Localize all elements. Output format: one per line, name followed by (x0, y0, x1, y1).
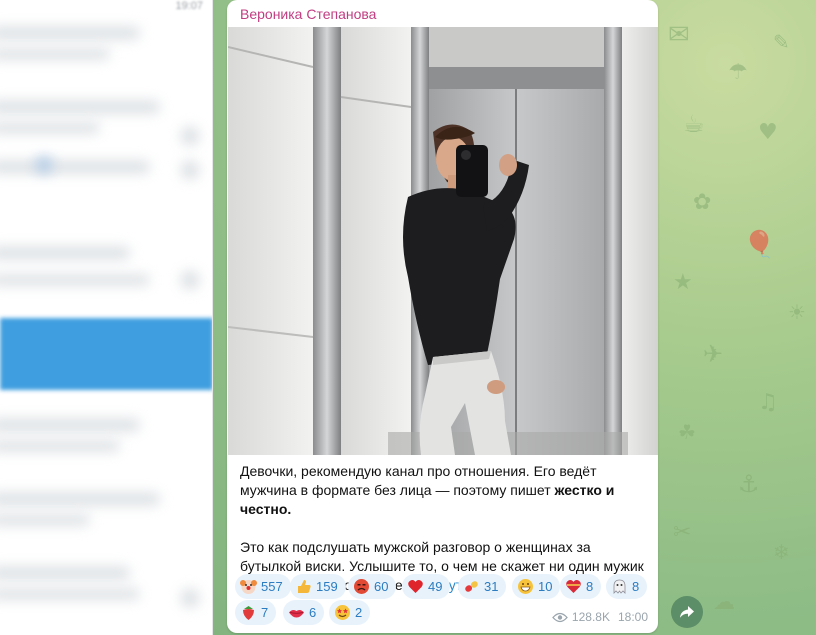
thumbs-up-icon (298, 580, 311, 593)
kiss-lips-icon (289, 610, 304, 618)
reaction-chip[interactable]: 8 (560, 574, 602, 599)
caption-paragraph-1: Девочки, рекомендую канал про отношения.… (240, 462, 650, 519)
pill-icon (465, 581, 478, 592)
reaction-count: 557 (261, 579, 283, 594)
reaction-count: 8 (632, 579, 640, 594)
chat-list-item[interactable] (0, 474, 213, 546)
heart-with-ribbon-icon (566, 580, 581, 593)
reaction-chip[interactable]: 60 (348, 574, 397, 599)
reaction-chip[interactable]: 31 (458, 574, 507, 599)
chat-list-item[interactable] (0, 548, 213, 620)
message-photo[interactable] (228, 27, 658, 455)
reaction-count: 6 (309, 605, 317, 620)
elevator-selfie-image (228, 27, 658, 455)
star-struck-icon (335, 605, 350, 620)
strawberry-icon (243, 606, 254, 620)
reaction-count: 159 (316, 579, 338, 594)
share-arrow-icon (680, 606, 694, 618)
chat-list-item[interactable] (0, 400, 213, 472)
chat-list-item[interactable] (0, 82, 213, 154)
ghost-icon (613, 579, 626, 594)
reaction-chip[interactable]: 2 (329, 600, 371, 625)
share-button[interactable] (671, 596, 703, 628)
grinning-face-icon (518, 579, 533, 594)
reaction-count: 2 (355, 605, 363, 620)
caption-text-1: Девочки, рекомендую канал про отношения.… (240, 463, 597, 498)
message-bubble: Вероника Степанова Девочки, рекомендую к… (227, 0, 658, 633)
chat-list-item-active[interactable] (0, 318, 213, 390)
reaction-count: 60 (374, 579, 389, 594)
clown-face-icon (240, 580, 257, 594)
reaction-chip[interactable]: 10 (512, 574, 561, 599)
chat-list-item[interactable] (0, 230, 213, 302)
angry-face-icon (354, 579, 369, 594)
reaction-chip[interactable]: 6 (283, 600, 325, 625)
reaction-count: 49 (428, 579, 443, 594)
chat-list-item[interactable] (0, 156, 213, 228)
reaction-count: 10 (538, 579, 553, 594)
red-heart-icon (408, 580, 423, 593)
reaction-chip[interactable]: 8 (606, 574, 648, 599)
chat-list-item[interactable] (0, 8, 213, 80)
reaction-chip[interactable]: 557 (235, 574, 291, 599)
reaction-chip[interactable]: 7 (235, 600, 277, 625)
chat-list-sidebar: 19:07 (0, 0, 213, 635)
reaction-count: 31 (484, 579, 499, 594)
message-meta: 128.8K 18:00 (552, 610, 648, 624)
eye-icon (552, 612, 568, 622)
message-author[interactable]: Вероника Степанова (240, 6, 376, 22)
views-count: 128.8K (571, 610, 610, 624)
reaction-count: 7 (261, 605, 269, 620)
reaction-chip[interactable]: 159 (290, 574, 346, 599)
reaction-chip[interactable]: 49 (402, 574, 451, 599)
message-time: 18:00 (617, 610, 648, 624)
reaction-count: 8 (586, 579, 594, 594)
